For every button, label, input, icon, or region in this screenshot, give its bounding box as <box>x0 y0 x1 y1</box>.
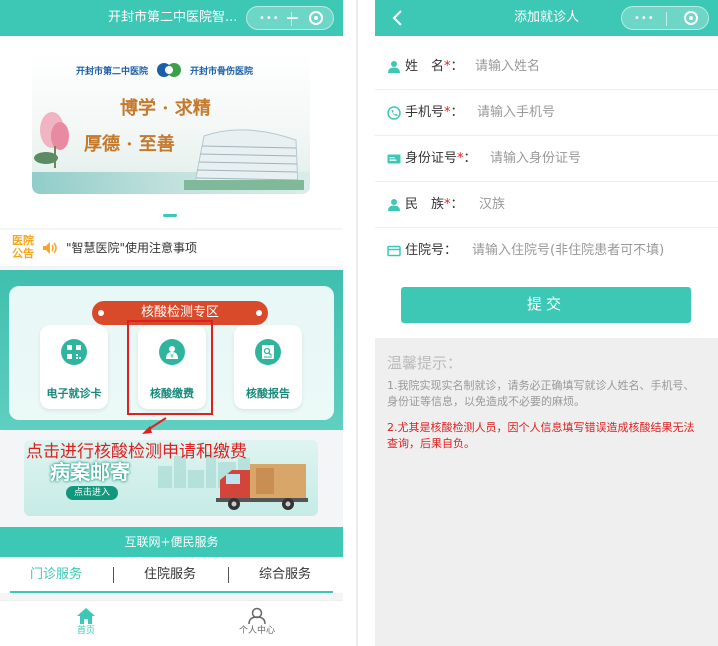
screenshot-stage: 开封市第二中医院智... ••• 开封市第二中医院 开封市骨伤医院 博学 · 求… <box>0 0 718 646</box>
tabbar-label: 首页 <box>76 626 95 636</box>
report-icon <box>255 339 281 365</box>
more-icon[interactable]: ••• <box>634 14 655 24</box>
field-label: 住院号： <box>405 243 458 258</box>
phone-input[interactable]: 请输入手机号 <box>477 90 555 136</box>
notice-text[interactable]: "智慧医院"使用注意事项 <box>66 230 197 266</box>
enter-button[interactable]: 点击进入 <box>66 486 119 500</box>
tile-label: 电子就诊卡 <box>46 387 102 400</box>
services-header: 互联网+便民服务 <box>0 527 343 557</box>
tabbar-label: 个人中心 <box>238 626 275 636</box>
submit-button[interactable]: 提交 <box>401 287 691 323</box>
ethnicity-select[interactable]: 汉族 <box>479 182 505 228</box>
top-navigation-bar: 添加就诊人 ••• <box>375 0 718 36</box>
instruction-annotation: 点击进行核酸检测申请和缴费 <box>26 442 247 462</box>
phone-icon <box>387 106 401 120</box>
patient-form: 姓 名*： 请输入姓名 手机号*： 请输入手机号 身份证号*： 请输入身份证号 <box>375 36 718 276</box>
services-tabs: 门诊服务 住院服务 综合服务 <box>0 557 343 593</box>
minimize-icon[interactable] <box>287 17 298 19</box>
top-navigation-bar: 开封市第二中医院智... ••• <box>0 0 343 36</box>
tabbar-profile[interactable]: 个人中心 <box>227 601 287 637</box>
tab-separator <box>228 567 229 583</box>
home-icon <box>77 608 95 624</box>
card-icon <box>387 245 401 257</box>
miniprogram-capsule: ••• <box>621 6 709 30</box>
tips-line-2: 2.尤其是核酸检测人员，因个人信息填写错误造成核酸结果无法查询，后果自负。 <box>387 421 695 450</box>
screen-gap <box>343 0 375 646</box>
form-row-id: 身份证号*： 请输入身份证号 <box>375 136 718 182</box>
field-label: 身份证号*： <box>405 151 477 166</box>
form-row-admission: 住院号： 请输入住院号(非住院患者可不填) <box>375 228 718 274</box>
hospital-banner[interactable]: 开封市第二中医院 开封市骨伤医院 博学 · 求精 厚德 · 至善 <box>32 52 310 194</box>
bottom-tab-bar: 首页 个人中心 <box>0 600 343 646</box>
form-row-name: 姓 名*： 请输入姓名 <box>375 44 718 90</box>
field-label: 手机号*： <box>405 105 464 120</box>
tips-heading: 温馨提示： <box>387 354 463 372</box>
qr-card-icon <box>61 339 87 365</box>
id-number-input[interactable]: 请输入身份证号 <box>490 136 581 182</box>
user-icon <box>248 607 266 625</box>
highlight-annotation-box <box>127 320 213 415</box>
banner-area: 开封市第二中医院 开封市骨伤医院 博学 · 求精 厚德 · 至善 <box>0 36 343 228</box>
tab-underline <box>10 591 333 593</box>
more-icon[interactable]: ••• <box>259 14 280 24</box>
hospital-emblem-icon <box>157 63 181 77</box>
hospital-logo-left: 开封市第二中医院 <box>76 67 149 77</box>
hospital-logo-right: 开封市骨伤医院 <box>190 67 254 77</box>
field-label: 姓 名*： <box>405 59 464 74</box>
tab-outpatient[interactable]: 门诊服务 <box>30 557 82 593</box>
page-title: 开封市第二中医院智... <box>108 10 238 25</box>
tab-general[interactable]: 综合服务 <box>259 557 311 593</box>
tile-label: 核酸报告 <box>246 387 290 400</box>
banner-slogan-1: 博学 · 求精 <box>120 98 211 119</box>
annotation-arrow-icon <box>142 417 167 434</box>
id-card-icon <box>387 154 401 164</box>
speaker-icon <box>43 242 57 254</box>
hospital-building-icon <box>184 129 304 190</box>
screen-divider <box>356 0 358 646</box>
tabbar-home[interactable]: 首页 <box>56 601 116 637</box>
admission-number-input[interactable]: 请输入住院号(非住院患者可不填) <box>472 228 664 274</box>
submit-area: 提交 <box>375 276 718 338</box>
capsule-divider <box>291 12 292 26</box>
electronic-card-tile[interactable]: 电子就诊卡 <box>40 325 108 409</box>
banner-logo-bar: 开封市第二中医院 开封市骨伤医院 <box>32 60 310 80</box>
capsule-divider <box>666 12 667 26</box>
carousel-indicator[interactable] <box>163 214 177 217</box>
add-patient-screen: 添加就诊人 ••• 姓 名*： 请输入姓名 手机号*： 请输入手机号 身份证号*… <box>375 0 718 646</box>
name-input[interactable]: 请输入姓名 <box>475 44 540 90</box>
banner-slogan-2: 厚德 · 至善 <box>84 134 175 155</box>
tips-line-1: 1.我院实现实名制就诊，请务必正确填写就诊人姓名、手机号、身份证等信息，以免造成… <box>387 379 695 408</box>
tab-inpatient[interactable]: 住院服务 <box>144 557 196 593</box>
notice-tag: 医院公告 <box>12 234 34 260</box>
tips-section: 温馨提示： 1.我院实现实名制就诊，请务必正确填写就诊人姓名、手机号、身份证等信… <box>375 338 718 646</box>
close-icon[interactable] <box>684 11 698 25</box>
form-row-ethnicity: 民 族*： 汉族 <box>375 182 718 228</box>
tab-separator <box>113 567 114 583</box>
covid-report-tile[interactable]: 核酸报告 <box>234 325 302 409</box>
close-icon[interactable] <box>309 11 323 25</box>
person-icon <box>388 61 400 73</box>
form-row-phone: 手机号*： 请输入手机号 <box>375 90 718 136</box>
delivery-truck-icon <box>216 464 308 510</box>
person-icon <box>388 199 400 211</box>
hospital-notice-bar[interactable]: 医院公告 "智慧医院"使用注意事项 <box>0 230 343 266</box>
home-screen: 开封市第二中医院智... ••• 开封市第二中医院 开封市骨伤医院 博学 · 求… <box>0 0 343 646</box>
field-label: 民 族*： <box>405 197 464 212</box>
lotus-decoration-icon <box>34 112 69 168</box>
